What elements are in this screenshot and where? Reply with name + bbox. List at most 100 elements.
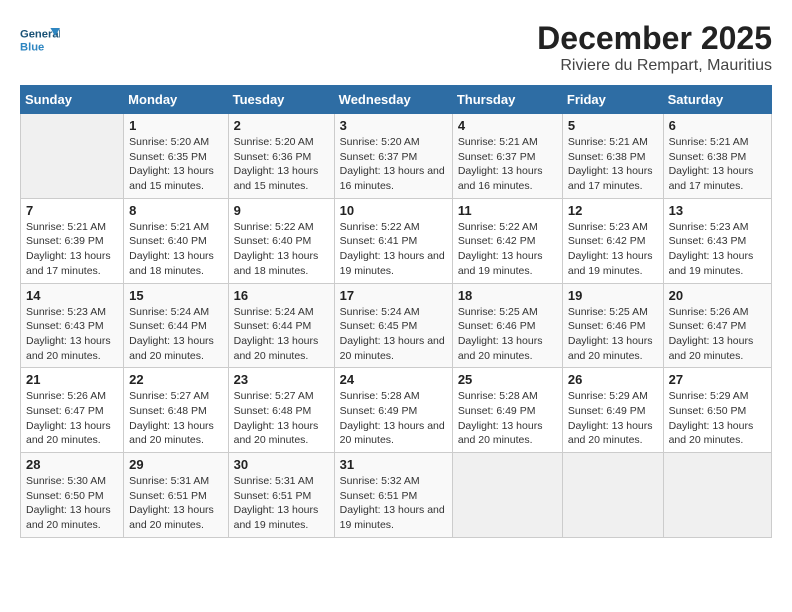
calendar-cell	[663, 453, 771, 538]
day-number: 26	[568, 372, 658, 387]
calendar-week-row: 7Sunrise: 5:21 AMSunset: 6:39 PMDaylight…	[21, 198, 772, 283]
calendar-header-row: SundayMondayTuesdayWednesdayThursdayFrid…	[21, 86, 772, 114]
day-info: Sunrise: 5:27 AMSunset: 6:48 PMDaylight:…	[129, 389, 222, 448]
day-info: Sunrise: 5:21 AMSunset: 6:37 PMDaylight:…	[458, 135, 557, 194]
calendar-header-sunday: Sunday	[21, 86, 124, 114]
calendar-week-row: 28Sunrise: 5:30 AMSunset: 6:50 PMDayligh…	[21, 453, 772, 538]
calendar-header-wednesday: Wednesday	[334, 86, 452, 114]
calendar-week-row: 1 Sunrise: 5:20 AMSunset: 6:35 PMDaylight…	[21, 114, 772, 199]
calendar-cell: 1 Sunrise: 5:20 AMSunset: 6:35 PMDaylight…	[124, 114, 228, 199]
calendar-cell: 20 Sunrise: 5:26 AMSunset: 6:47 PMDayligh…	[663, 283, 771, 368]
day-info: Sunrise: 5:21 AMSunset: 6:38 PMDaylight:…	[669, 135, 766, 194]
day-number: 1	[129, 118, 222, 133]
calendar-cell: 15 Sunrise: 5:24 AMSunset: 6:44 PMDayligh…	[124, 283, 228, 368]
calendar-cell: 30 Sunrise: 5:31 AMSunset: 6:51 PMDayligh…	[228, 453, 334, 538]
calendar-cell: 25Sunrise: 5:28 AMSunset: 6:49 PMDayligh…	[452, 368, 562, 453]
day-number: 4	[458, 118, 557, 133]
calendar-cell: 14 Sunrise: 5:23 AMSunset: 6:43 PMDayligh…	[21, 283, 124, 368]
main-title: December 2025	[537, 20, 772, 57]
day-number: 12	[568, 203, 658, 218]
day-info: Sunrise: 5:23 AMSunset: 6:43 PMDaylight:…	[26, 305, 118, 364]
day-info: Sunrise: 5:24 AMSunset: 6:44 PMDaylight:…	[129, 305, 222, 364]
day-number: 5	[568, 118, 658, 133]
day-number: 27	[669, 372, 766, 387]
day-info: Sunrise: 5:20 AMSunset: 6:35 PMDaylight:…	[129, 135, 222, 194]
calendar-cell	[21, 114, 124, 199]
title-section: December 2025 Riviere du Rempart, Maurit…	[537, 20, 772, 75]
calendar-week-row: 14 Sunrise: 5:23 AMSunset: 6:43 PMDayligh…	[21, 283, 772, 368]
day-number: 18	[458, 288, 557, 303]
day-info: Sunrise: 5:25 AMSunset: 6:46 PMDaylight:…	[458, 305, 557, 364]
day-number: 16	[234, 288, 329, 303]
day-number: 24	[340, 372, 447, 387]
day-info: Sunrise: 5:20 AMSunset: 6:37 PMDaylight:…	[340, 135, 447, 194]
calendar-header-monday: Monday	[124, 86, 228, 114]
calendar-cell: 6 Sunrise: 5:21 AMSunset: 6:38 PMDaylight…	[663, 114, 771, 199]
calendar-cell: 29Sunrise: 5:31 AMSunset: 6:51 PMDayligh…	[124, 453, 228, 538]
day-number: 23	[234, 372, 329, 387]
calendar-cell: 4 Sunrise: 5:21 AMSunset: 6:37 PMDaylight…	[452, 114, 562, 199]
day-number: 30	[234, 457, 329, 472]
day-info: Sunrise: 5:22 AMSunset: 6:42 PMDaylight:…	[458, 220, 557, 279]
calendar-week-row: 21 Sunrise: 5:26 AMSunset: 6:47 PMDayligh…	[21, 368, 772, 453]
day-number: 6	[669, 118, 766, 133]
logo: General Blue	[20, 20, 65, 60]
day-number: 15	[129, 288, 222, 303]
day-info: Sunrise: 5:23 AMSunset: 6:42 PMDaylight:…	[568, 220, 658, 279]
day-number: 29	[129, 457, 222, 472]
calendar-cell: 10 Sunrise: 5:22 AMSunset: 6:41 PMDayligh…	[334, 198, 452, 283]
calendar-cell: 8 Sunrise: 5:21 AMSunset: 6:40 PMDaylight…	[124, 198, 228, 283]
calendar-cell: 7Sunrise: 5:21 AMSunset: 6:39 PMDaylight…	[21, 198, 124, 283]
calendar-header-thursday: Thursday	[452, 86, 562, 114]
calendar-cell: 9 Sunrise: 5:22 AMSunset: 6:40 PMDaylight…	[228, 198, 334, 283]
calendar-cell: 24 Sunrise: 5:28 AMSunset: 6:49 PMDayligh…	[334, 368, 452, 453]
logo-icon: General Blue	[20, 20, 60, 60]
day-info: Sunrise: 5:23 AMSunset: 6:43 PMDaylight:…	[669, 220, 766, 279]
calendar-cell: 2 Sunrise: 5:20 AMSunset: 6:36 PMDaylight…	[228, 114, 334, 199]
day-info: Sunrise: 5:29 AMSunset: 6:50 PMDaylight:…	[669, 389, 766, 448]
subtitle: Riviere du Rempart, Mauritius	[537, 57, 772, 75]
day-info: Sunrise: 5:21 AMSunset: 6:38 PMDaylight:…	[568, 135, 658, 194]
day-number: 22	[129, 372, 222, 387]
day-number: 14	[26, 288, 118, 303]
day-info: Sunrise: 5:26 AMSunset: 6:47 PMDaylight:…	[669, 305, 766, 364]
calendar-cell: 5 Sunrise: 5:21 AMSunset: 6:38 PMDaylight…	[562, 114, 663, 199]
day-number: 21	[26, 372, 118, 387]
calendar-cell: 28Sunrise: 5:30 AMSunset: 6:50 PMDayligh…	[21, 453, 124, 538]
day-number: 8	[129, 203, 222, 218]
day-number: 17	[340, 288, 447, 303]
calendar-cell: 22 Sunrise: 5:27 AMSunset: 6:48 PMDayligh…	[124, 368, 228, 453]
calendar-cell: 31Sunrise: 5:32 AMSunset: 6:51 PMDayligh…	[334, 453, 452, 538]
calendar-cell	[452, 453, 562, 538]
day-number: 9	[234, 203, 329, 218]
day-number: 31	[340, 457, 447, 472]
calendar-header-tuesday: Tuesday	[228, 86, 334, 114]
day-info: Sunrise: 5:22 AMSunset: 6:41 PMDaylight:…	[340, 220, 447, 279]
calendar-cell	[562, 453, 663, 538]
calendar-header-friday: Friday	[562, 86, 663, 114]
calendar-cell: 17 Sunrise: 5:24 AMSunset: 6:45 PMDayligh…	[334, 283, 452, 368]
day-info: Sunrise: 5:30 AMSunset: 6:50 PMDaylight:…	[26, 474, 118, 533]
day-info: Sunrise: 5:28 AMSunset: 6:49 PMDaylight:…	[458, 389, 557, 448]
day-info: Sunrise: 5:28 AMSunset: 6:49 PMDaylight:…	[340, 389, 447, 448]
calendar-cell: 18 Sunrise: 5:25 AMSunset: 6:46 PMDayligh…	[452, 283, 562, 368]
day-number: 2	[234, 118, 329, 133]
day-info: Sunrise: 5:21 AMSunset: 6:40 PMDaylight:…	[129, 220, 222, 279]
calendar-cell: 16Sunrise: 5:24 AMSunset: 6:44 PMDayligh…	[228, 283, 334, 368]
calendar-cell: 13 Sunrise: 5:23 AMSunset: 6:43 PMDayligh…	[663, 198, 771, 283]
day-number: 19	[568, 288, 658, 303]
day-number: 10	[340, 203, 447, 218]
day-info: Sunrise: 5:22 AMSunset: 6:40 PMDaylight:…	[234, 220, 329, 279]
day-info: Sunrise: 5:31 AMSunset: 6:51 PMDaylight:…	[234, 474, 329, 533]
day-info: Sunrise: 5:20 AMSunset: 6:36 PMDaylight:…	[234, 135, 329, 194]
day-info: Sunrise: 5:26 AMSunset: 6:47 PMDaylight:…	[26, 389, 118, 448]
calendar-cell: 26Sunrise: 5:29 AMSunset: 6:49 PMDayligh…	[562, 368, 663, 453]
calendar-cell: 23Sunrise: 5:27 AMSunset: 6:48 PMDayligh…	[228, 368, 334, 453]
day-info: Sunrise: 5:24 AMSunset: 6:45 PMDaylight:…	[340, 305, 447, 364]
day-number: 13	[669, 203, 766, 218]
page-header: General Blue December 2025 Riviere du Re…	[20, 20, 772, 75]
day-info: Sunrise: 5:21 AMSunset: 6:39 PMDaylight:…	[26, 220, 118, 279]
day-number: 11	[458, 203, 557, 218]
day-number: 20	[669, 288, 766, 303]
calendar-cell: 11 Sunrise: 5:22 AMSunset: 6:42 PMDayligh…	[452, 198, 562, 283]
